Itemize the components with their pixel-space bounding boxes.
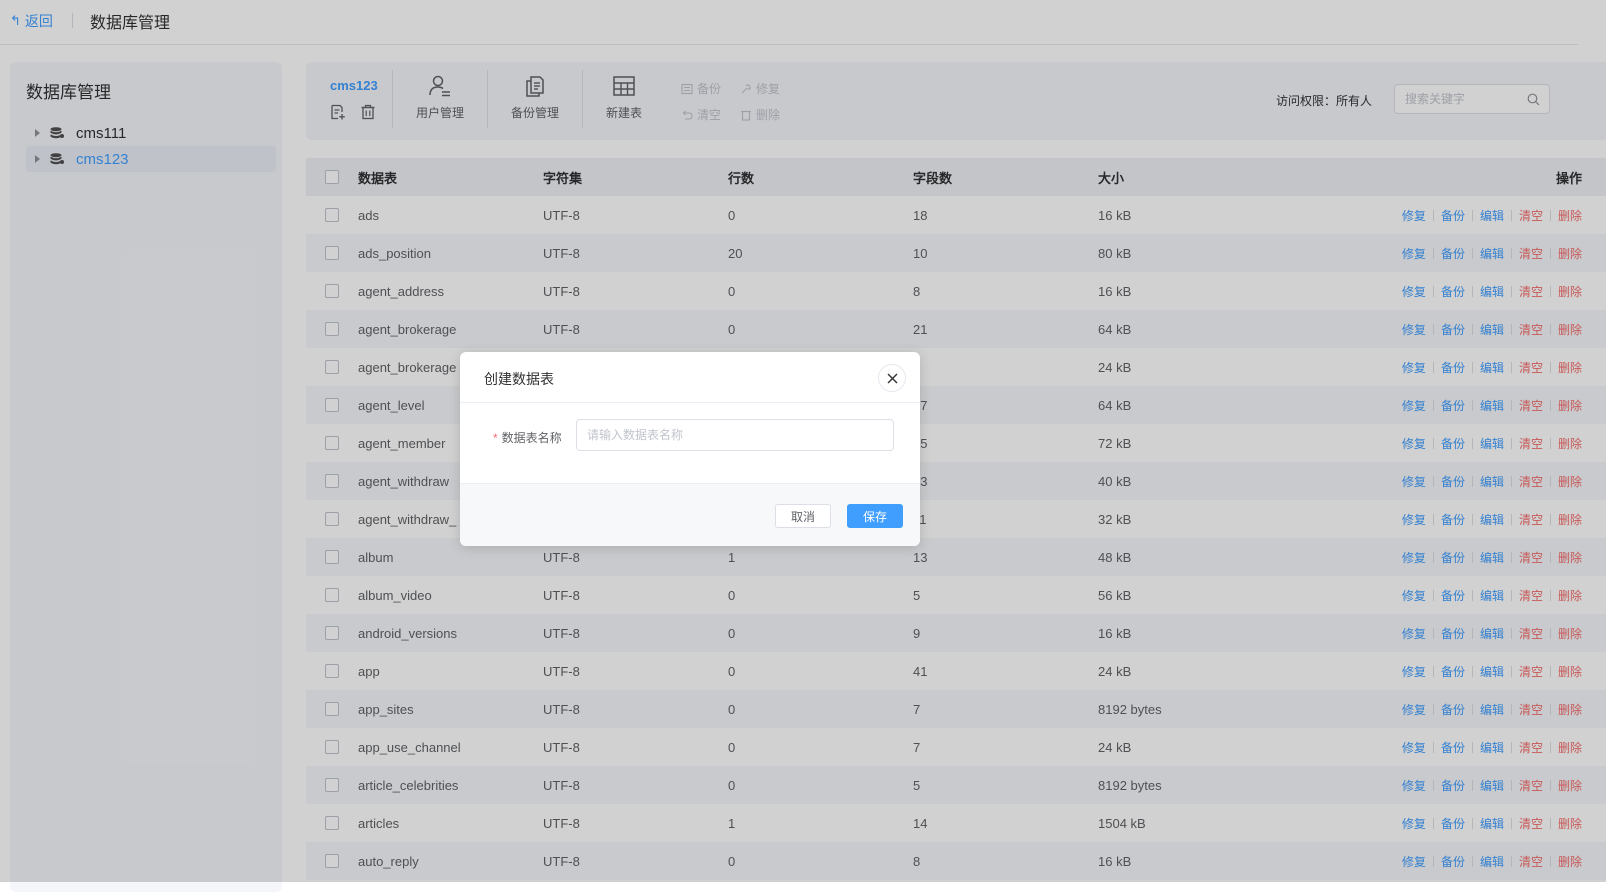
table-name-field[interactable] [576,419,897,451]
table-name-input[interactable] [577,420,897,450]
cancel-button[interactable]: 取消 [775,504,831,528]
required-mark: * [493,431,498,445]
dialog-footer: 取消 保存 [460,483,920,546]
create-table-dialog: 创建数据表 *数据表名称 取消 保存 [460,352,920,546]
table-name-label: * 数据表名称 [493,429,562,446]
close-button[interactable] [878,364,906,392]
dialog-title: 创建数据表 [484,371,554,387]
save-button[interactable]: 保存 [847,504,903,528]
dialog-body: * 数据表名称 [460,403,920,483]
table-name-label-text: 数据表名称 [501,431,562,445]
dialog-header: 创建数据表 [460,352,920,403]
close-icon [887,373,897,383]
